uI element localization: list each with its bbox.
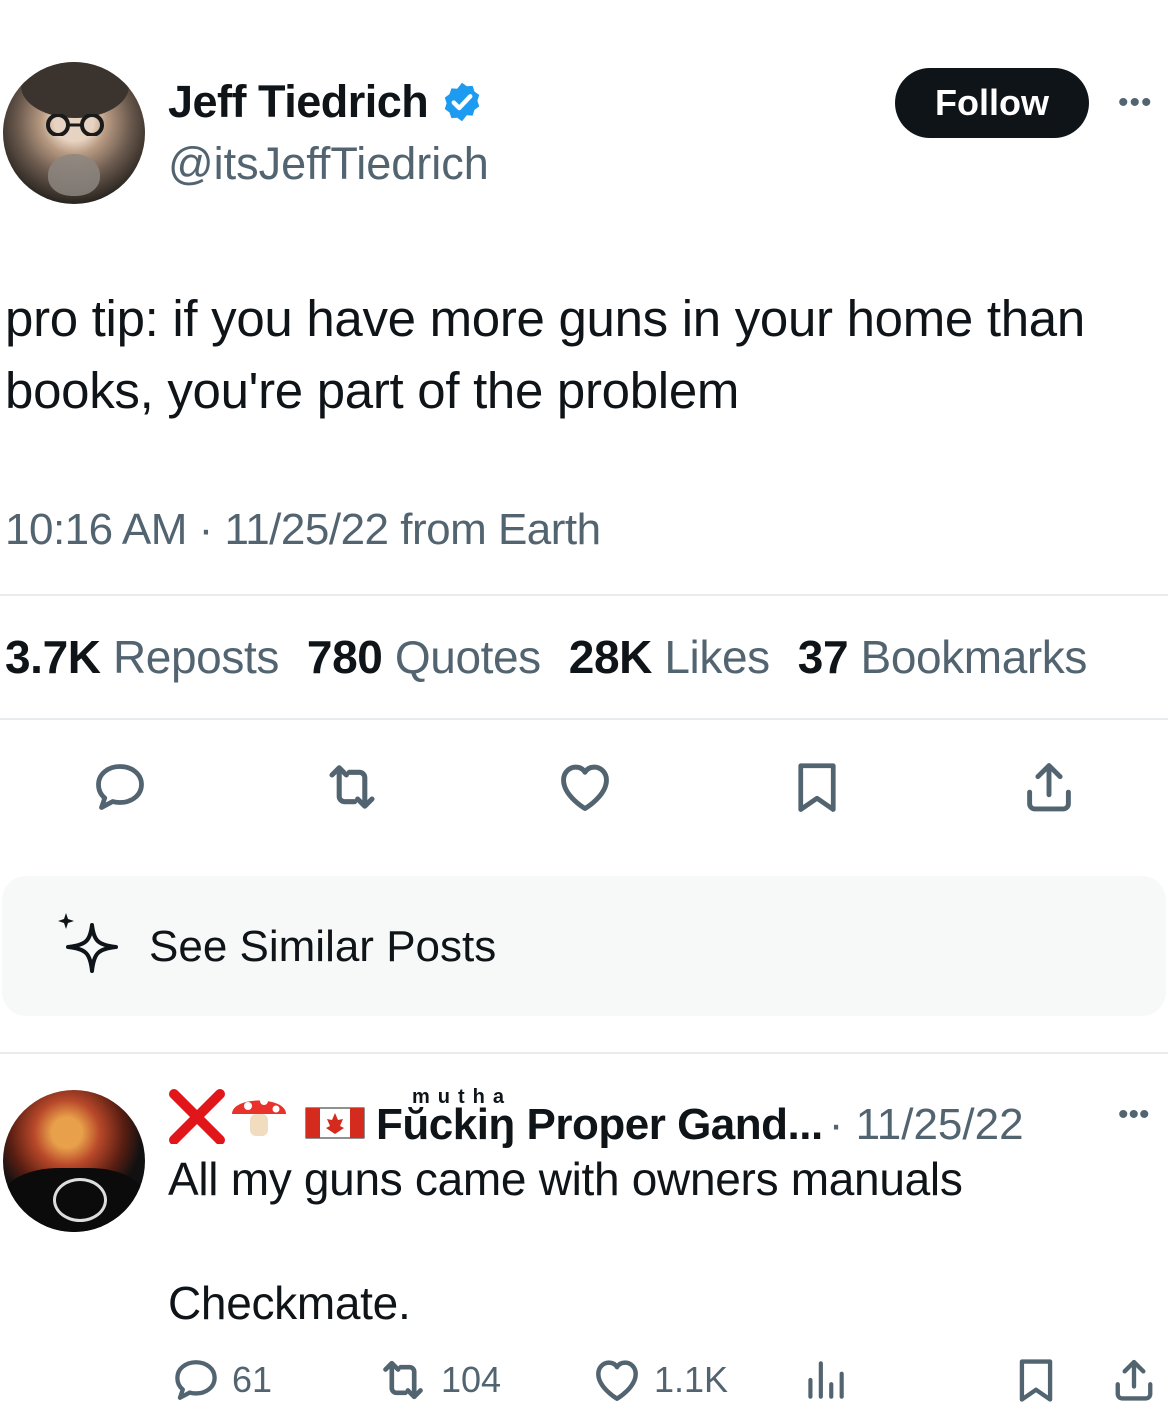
mushroom-icon	[232, 1097, 286, 1136]
likes-label: Likes	[664, 631, 770, 683]
more-horizontal-icon[interactable]: •••	[1118, 86, 1153, 120]
sparkle-icon	[58, 913, 118, 973]
repost-icon[interactable]	[320, 755, 384, 819]
tweet-timestamp[interactable]: 10:16 AM · 11/25/22 from Earth	[5, 505, 601, 555]
repost-icon	[383, 1360, 423, 1400]
like-icon	[596, 1360, 638, 1401]
divider	[0, 1052, 1168, 1054]
reply-date[interactable]: · 11/25/22	[829, 1100, 1024, 1150]
bookmarks-label: Bookmarks	[860, 631, 1088, 683]
see-similar-posts-label: See Similar Posts	[149, 922, 497, 971]
reposts-label: Reposts	[112, 631, 279, 683]
name-emojis	[169, 1089, 365, 1144]
avatar-hair	[21, 62, 129, 118]
reply-views-button[interactable]	[800, 1352, 850, 1408]
views-icon	[808, 1361, 844, 1399]
avatar-glasses	[46, 114, 104, 136]
reply-likes-count: 1.1K	[654, 1359, 729, 1400]
reply-text: All my guns came with owners manuals Che…	[168, 1153, 963, 1329]
reply-replies-count: 61	[232, 1359, 273, 1400]
bookmark-icon[interactable]	[785, 755, 849, 819]
author-handle[interactable]: @itsJeffTiedrich	[168, 138, 489, 190]
author-name-row[interactable]: Jeff Tiedrich	[168, 76, 484, 128]
reply-reposts-count: 104	[441, 1359, 502, 1400]
follow-button[interactable]: Follow	[895, 68, 1089, 138]
reply-reply-button[interactable]: 61	[170, 1352, 272, 1408]
reply-like-button[interactable]: 1.1K	[590, 1352, 728, 1408]
quotes-label: Quotes	[394, 631, 541, 683]
more-horizontal-icon[interactable]: •••	[1118, 1098, 1150, 1132]
likes-count: 28K	[568, 631, 653, 683]
bookmarks-stat[interactable]: 37 Bookmarks	[797, 630, 1088, 684]
tweet-text: pro tip: if you have more guns in your h…	[5, 290, 1085, 419]
avatar-beard	[48, 154, 100, 196]
author-avatar[interactable]	[3, 62, 145, 204]
share-icon	[1115, 1359, 1153, 1401]
quotes-count: 780	[306, 631, 383, 683]
divider	[0, 718, 1168, 720]
bookmark-icon	[1019, 1359, 1053, 1402]
name-superscript: mutha	[412, 1086, 512, 1108]
likes-stat[interactable]: 28K Likes	[569, 630, 770, 684]
reply-icon	[175, 1360, 217, 1400]
reply-author-name-row[interactable]: mutha Fŭckiŋ Proper Gand...	[168, 1086, 823, 1150]
like-icon[interactable]	[553, 755, 617, 819]
reposts-count: 3.7K	[5, 631, 101, 683]
see-similar-posts-button[interactable]: See Similar Posts	[2, 876, 1166, 1016]
share-icon[interactable]	[1017, 755, 1081, 819]
tweet-stats: 3.7K Reposts 780 Quotes 28K Likes 37 Boo…	[5, 630, 1087, 684]
bookmarks-count: 37	[797, 631, 849, 683]
canada-flag-icon	[305, 1107, 365, 1139]
reply-header: mutha Fŭckiŋ Proper Gand... · 11/25/22	[168, 1080, 1024, 1150]
tweet-action-bar	[0, 755, 1170, 819]
divider	[0, 594, 1168, 596]
quotes-stat[interactable]: 780 Quotes	[307, 630, 541, 684]
reply-repost-button[interactable]: 104	[375, 1352, 501, 1408]
reply-icon[interactable]	[88, 755, 152, 819]
reposts-stat[interactable]: 3.7K Reposts	[5, 630, 279, 684]
reply-bookmark-button[interactable]	[1010, 1352, 1062, 1408]
reply-action-bar: 61 104 1.1K	[0, 1352, 1170, 1408]
author-name[interactable]: Jeff Tiedrich	[168, 76, 429, 128]
verified-badge-icon	[445, 82, 480, 122]
reply-share-button[interactable]	[1108, 1352, 1160, 1408]
avatar-shirt-logo	[53, 1178, 107, 1222]
cross-mark-icon	[169, 1089, 225, 1144]
reply-author-avatar[interactable]	[3, 1090, 145, 1232]
